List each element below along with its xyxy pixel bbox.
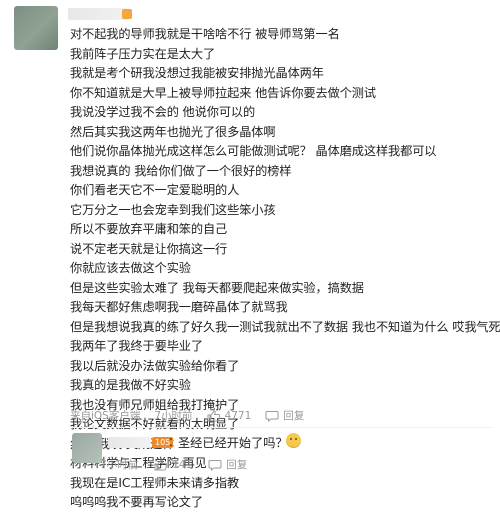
comment-icon[interactable] xyxy=(208,459,222,471)
comment-line: 我现在是IC工程师未来请多指教 xyxy=(70,475,240,490)
comment-meta: 来自iOS客户端 7小时前 4771 回复 xyxy=(70,408,304,423)
comment-time: 7小时前 xyxy=(154,410,193,422)
comment-line: 但是我想说我真的练了好久我一测试我就出不了数据 我也不知道为什么 哎我气死了 xyxy=(70,319,500,334)
reply-text: 圣经已经开始了吗？？ xyxy=(178,436,300,450)
divider xyxy=(70,427,492,428)
comment-line: 呜呜呜我不要再写论文了 xyxy=(70,495,203,509)
comment-line: 它万分之一也会宠幸到我们这些笨小孩 xyxy=(70,202,276,217)
comment-line: 他们说你晶体抛光成这样怎么可能做测试呢？ 晶体磨成这样我都可以 xyxy=(70,144,437,158)
comment-username-redacted[interactable] xyxy=(68,8,128,20)
reply-like-count: 141 xyxy=(172,458,193,471)
comment-line: 对不起我的导师我就是干啥啥不行 被导师骂第一名 xyxy=(70,27,340,41)
comment-avatar[interactable] xyxy=(14,6,58,50)
comment-line: 我说没学过我不会的 他说你可以的 xyxy=(70,105,256,119)
comment-line: 说不定老天就是让你搞这一行 xyxy=(70,241,228,256)
comment-line: 然后其实我这两年也抛光了很多晶体啊 xyxy=(70,124,276,139)
reply-avatar[interactable] xyxy=(72,433,102,463)
comment-line: 所以不要放弃平庸和笨的自己 xyxy=(70,222,228,236)
comment-icon[interactable] xyxy=(265,410,279,422)
comment-line: 我就是考个研我没想过我能被安排抛光晶体两年 xyxy=(70,66,324,80)
comment-line: 但是这些实验太难了 我每天都要爬起来做实验，搞数据 xyxy=(70,280,364,295)
comment-line: 我前阵子压力实在是太大了 xyxy=(70,46,216,61)
comment-like-count: 4771 xyxy=(224,409,252,422)
comment-line: 你不知道就是大早上被导师拉起来 他告诉你要去做个测试 xyxy=(70,85,376,100)
reply-time: 7小时前 xyxy=(100,459,139,471)
comment-line: 你就应该去做这个实验 xyxy=(70,261,191,275)
comment-line: 我真的是我做不好实验 xyxy=(70,378,191,392)
vip-badge-icon xyxy=(122,9,132,19)
reply-button[interactable]: 回复 xyxy=(283,408,304,423)
surprised-emoji-icon xyxy=(286,433,301,448)
reply-username-redacted[interactable] xyxy=(108,437,150,448)
reply-reply-button[interactable]: 回复 xyxy=(226,457,247,472)
comment-line: 你们看老天它不一定爱聪明的人 xyxy=(70,183,240,197)
comment-line: 我想说真的 我给你们做了一个很好的榜样 xyxy=(70,163,292,178)
comment-line: 我每天都好焦虑啊我一磨碎晶体了就骂我 xyxy=(70,300,288,314)
comment-line: 我以后就没办法做实验给你看了 xyxy=(70,358,240,373)
comment-line: 我两年了我终于要毕业了 xyxy=(70,339,203,353)
thumbs-up-icon[interactable] xyxy=(207,409,221,422)
reply-meta: 7小时前 141 回复 xyxy=(100,457,247,472)
thumbs-up-icon[interactable] xyxy=(154,458,168,471)
comment-source: 来自iOS客户端 xyxy=(70,410,141,422)
